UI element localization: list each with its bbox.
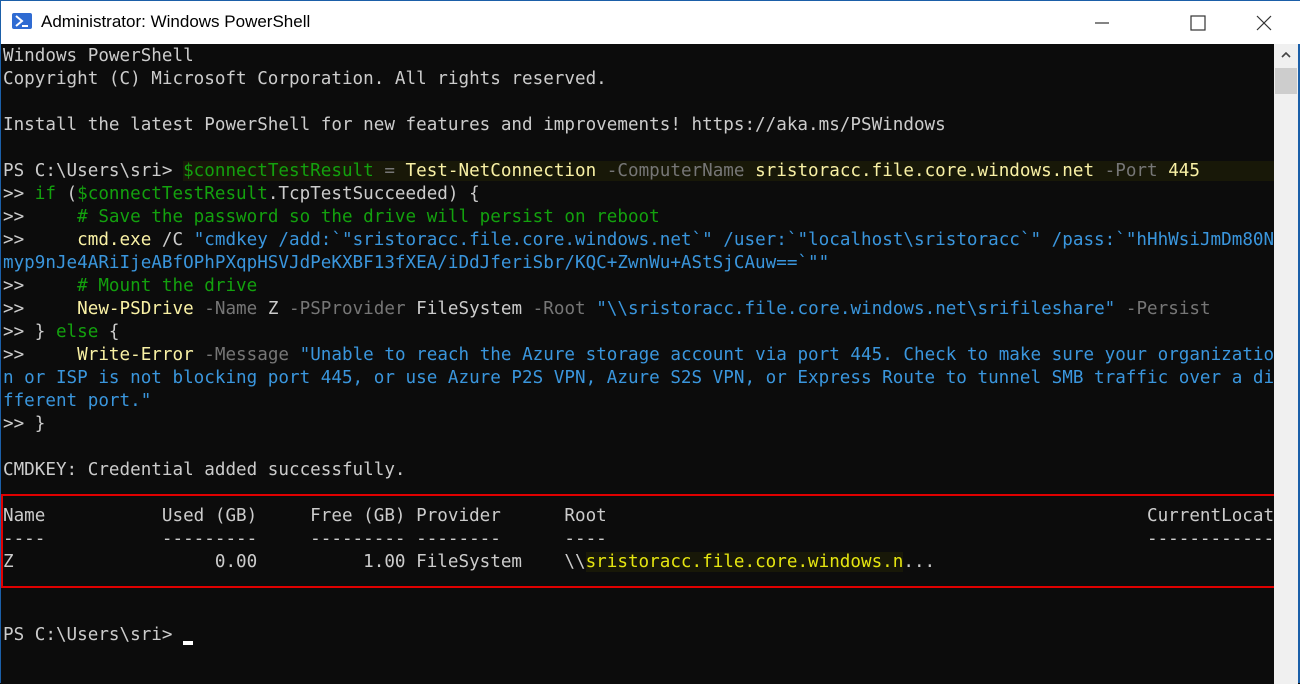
scroll-up-button[interactable] — [1274, 44, 1298, 66]
maximize-icon — [1190, 14, 1206, 31]
variable: $connectTestResult — [77, 184, 268, 204]
command: cmd.exe — [77, 230, 152, 250]
row-fields: Z 0.00 1.00 FileSystem — [3, 552, 565, 572]
table-header: Name Used (GB) Free (GB) Provider Root C… — [3, 506, 1274, 526]
window-title: Administrator: Windows PowerShell — [41, 12, 311, 31]
close-icon — [1256, 15, 1272, 30]
final-prompt: PS C:\Users\sri> — [3, 625, 184, 645]
continuation-prompt: >> — [3, 345, 78, 365]
punct: ( — [55, 184, 78, 204]
continuation-prompt: >> — [3, 299, 78, 319]
brace: } — [34, 414, 46, 434]
command-line-8-wrap-2: fferent port." — [3, 390, 151, 413]
continuation-prompt: >> — [3, 276, 78, 296]
operator: = — [373, 161, 406, 181]
parameter: -ComputerName — [596, 161, 745, 181]
parameter: -PSProvider — [278, 299, 406, 319]
root-ellipsis: ... — [903, 552, 936, 572]
root-path: sristoracc.file.core.windows.n — [585, 552, 904, 572]
command-line-3: >> # Save the password so the drive will… — [3, 206, 660, 229]
command-highlight: $connectTestResult = Test-NetConnection … — [183, 161, 1274, 181]
comment: # Mount the drive — [77, 276, 258, 296]
string: n or ISP is not blocking port 445, or us… — [3, 368, 1274, 388]
string: "cmdkey /add:`"sristoracc.file.core.wind… — [193, 230, 1274, 250]
command-line-1: PS C:\Users\sri> $connectTestResult = Te… — [3, 160, 1274, 183]
chevron-up-icon — [1281, 52, 1291, 58]
cmdlet: Write-Error — [77, 345, 194, 365]
cmdlet: New-PSDrive — [77, 299, 194, 319]
continuation-prompt: >> — [3, 322, 35, 342]
title-bar[interactable]: Administrator: Windows PowerShell — [1, 1, 1300, 44]
argument: 445 — [1157, 161, 1200, 181]
command-line-5: >> # Mount the drive — [3, 275, 257, 298]
brace: { — [98, 322, 120, 342]
member-access: .TcpTestSucceeded) { — [267, 184, 480, 204]
command-line-7: >> } else { — [3, 321, 120, 344]
continuation-prompt: >> — [3, 207, 78, 227]
maximize-button[interactable] — [1175, 1, 1221, 44]
keyword: if — [34, 184, 56, 204]
vertical-scrollbar[interactable] — [1274, 44, 1298, 684]
argument: sristoracc.file.core.windows.net — [744, 161, 1095, 181]
argument: /C — [151, 230, 194, 250]
powershell-window: Administrator: Windows PowerShell Window… — [0, 0, 1300, 684]
comment: # Save the password so the drive will pe… — [77, 207, 660, 227]
banner-copyright: Copyright (C) Microsoft Corporation. All… — [3, 69, 607, 89]
brace: } — [34, 322, 56, 342]
argument: FileSystem — [405, 299, 523, 319]
continuation-prompt: >> — [3, 414, 35, 434]
root-prefix: \\ — [564, 552, 586, 572]
string: "Unable to reach the Azure storage accou… — [289, 345, 1274, 365]
argument: Z — [257, 299, 279, 319]
command-line-4: >> cmd.exe /C "cmdkey /add:`"sristoracc.… — [3, 229, 1274, 252]
continuation-prompt: >> — [3, 230, 78, 250]
scrollbar-thumb[interactable] — [1275, 68, 1297, 94]
prompt: PS C:\Users\sri> — [3, 161, 184, 181]
parameter: -Root — [522, 299, 586, 319]
parameter: -Name — [193, 299, 258, 319]
cmdkey-output: CMDKEY: Credential added successfully. — [3, 460, 406, 480]
table-row: Z 0.00 1.00 FileSystem \\sristoracc.file… — [3, 551, 935, 574]
command-line-9: >> } — [3, 413, 45, 436]
banner-line: Windows PowerShell — [3, 46, 194, 66]
command-line-8: >> Write-Error -Message "Unable to reach… — [3, 344, 1274, 367]
string: "\\sristoracc.file.core.windows.net\srif… — [585, 299, 1116, 319]
string: myp9nJe4ARiIjeABfOPhPXqpHSVJdPeKXBF13fXE… — [3, 253, 830, 273]
powershell-icon — [12, 13, 32, 29]
minimize-icon — [1095, 21, 1109, 24]
close-button[interactable] — [1241, 1, 1287, 44]
parameter: -Message — [193, 345, 290, 365]
continuation-prompt: >> — [3, 184, 35, 204]
table-separator: ---- --------- --------- -------- ---- -… — [3, 529, 1274, 549]
banner-install-notice: Install the latest PowerShell for new fe… — [3, 115, 946, 135]
command-line-6: >> New-PSDrive -Name Z -PSProvider FileS… — [3, 298, 1211, 321]
command-line-4-wrap: myp9nJe4ARiIjeABfOPhPXqpHSVJdPeKXBF13fXE… — [3, 252, 829, 275]
string: fferent port." — [3, 391, 152, 411]
variable: $connectTestResult — [183, 161, 374, 181]
keyword: else — [55, 322, 99, 342]
terminal-output[interactable]: Windows PowerShell Copyright (C) Microso… — [2, 44, 1274, 684]
parameter: -Port — [1094, 161, 1158, 181]
text-cursor — [183, 641, 193, 645]
command-line-8-wrap-1: n or ISP is not blocking port 445, or us… — [3, 367, 1274, 390]
parameter: -Persist — [1115, 299, 1211, 319]
cmdlet: Test-NetConnection — [405, 161, 597, 181]
minimize-button[interactable] — [1079, 1, 1125, 44]
command-line-2: >> if ($connectTestResult.TcpTestSucceed… — [3, 183, 480, 206]
